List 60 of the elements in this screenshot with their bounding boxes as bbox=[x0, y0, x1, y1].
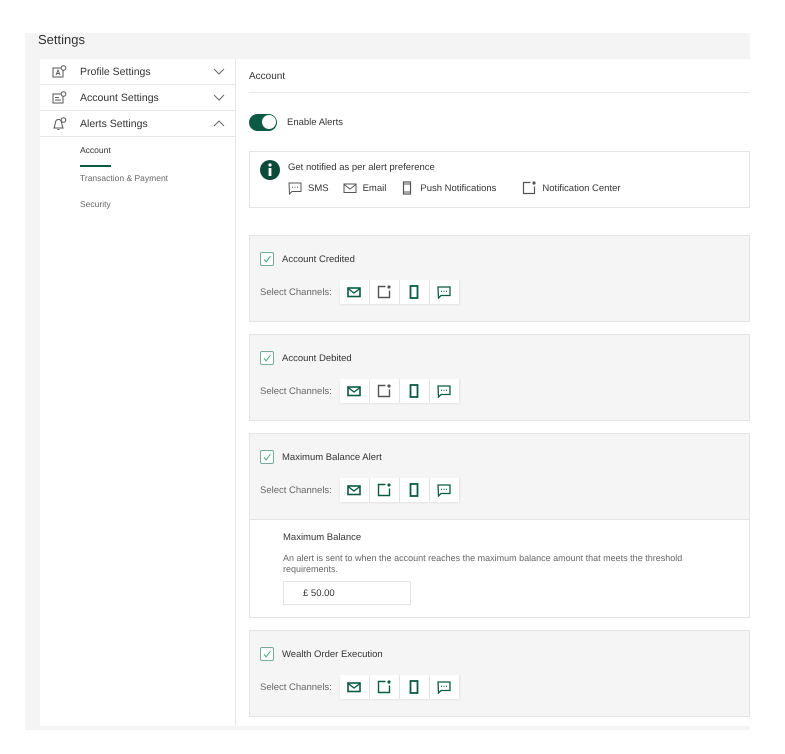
sidebar-item-label: Alerts Settings bbox=[80, 118, 149, 130]
envelope-icon bbox=[347, 384, 362, 398]
notification-icon bbox=[377, 384, 392, 398]
sidebar-item[interactable]: Alerts Settings bbox=[40, 111, 235, 137]
toggle-switch[interactable] bbox=[249, 114, 277, 130]
chat-icon bbox=[288, 181, 302, 195]
submenu-item[interactable]: Transaction & Payment bbox=[80, 171, 168, 197]
sidebar-item-label: Profile Settings bbox=[80, 66, 152, 78]
checkbox[interactable] bbox=[260, 647, 274, 661]
notification-icon bbox=[377, 483, 392, 497]
amount-field[interactable]: £ 50.00 bbox=[283, 581, 411, 605]
channel-label: SMS bbox=[308, 182, 329, 194]
page-title: Settings bbox=[38, 33, 86, 49]
alert-title: Account Credited bbox=[282, 254, 355, 264]
envelope-icon bbox=[347, 285, 362, 299]
alert-title: Account Debited bbox=[282, 352, 352, 364]
threshold-title: Maximum Balance bbox=[283, 532, 362, 543]
section-heading: Account bbox=[249, 59, 750, 93]
envelope-icon bbox=[347, 483, 362, 497]
toggle-label: Enable Alerts bbox=[287, 116, 343, 128]
notification-icon bbox=[377, 285, 392, 299]
checkmark-icon bbox=[262, 353, 272, 363]
notification-icon bbox=[522, 181, 536, 195]
chat-icon bbox=[437, 483, 452, 497]
alert-title: Wealth Order Execution bbox=[282, 648, 383, 660]
channel-label: Email bbox=[362, 182, 386, 194]
info-icon bbox=[260, 160, 280, 180]
checkmark-icon bbox=[262, 452, 272, 462]
sidebar-item[interactable]: Profile Settings bbox=[40, 59, 235, 85]
channels-label: Select Channels: bbox=[260, 484, 332, 496]
threshold-description: An alert is sent to when the account reaches the maximum balance amount that meets the threshold requirements. bbox=[283, 553, 684, 575]
sidebar-item-label: Account Settings bbox=[80, 92, 160, 104]
channels-label: Select Channels: bbox=[260, 682, 332, 692]
notification-icon bbox=[377, 680, 392, 694]
phone-icon bbox=[407, 483, 422, 497]
phone-icon bbox=[407, 285, 422, 299]
bell-icon bbox=[52, 116, 67, 130]
envelope-icon bbox=[342, 181, 357, 195]
checkmark-icon bbox=[262, 649, 272, 659]
checkbox[interactable] bbox=[260, 252, 274, 266]
submenu-item[interactable]: Security bbox=[80, 197, 111, 223]
phone-icon bbox=[407, 384, 422, 398]
chat-icon bbox=[437, 384, 452, 398]
channels-label: Select Channels: bbox=[260, 386, 332, 396]
profile-card-icon bbox=[52, 64, 67, 78]
channel-label: Notification Center bbox=[542, 182, 621, 194]
submenu-item[interactable]: Account bbox=[80, 143, 111, 167]
channels-label: Select Channels: bbox=[260, 286, 332, 298]
sidebar-item[interactable]: Account Settings bbox=[40, 85, 235, 111]
checkbox[interactable] bbox=[260, 450, 274, 464]
info-text: Get notified as per alert preference bbox=[288, 162, 436, 173]
chat-icon bbox=[437, 285, 452, 299]
chat-icon bbox=[437, 680, 452, 694]
account-card-icon bbox=[52, 90, 67, 104]
checkbox[interactable] bbox=[260, 351, 274, 365]
alert-title: Maximum Balance Alert bbox=[282, 452, 382, 462]
envelope-icon bbox=[347, 680, 362, 694]
phone-icon bbox=[407, 680, 422, 694]
channel-label: Push Notifications bbox=[420, 182, 496, 194]
checkmark-icon bbox=[262, 254, 272, 264]
